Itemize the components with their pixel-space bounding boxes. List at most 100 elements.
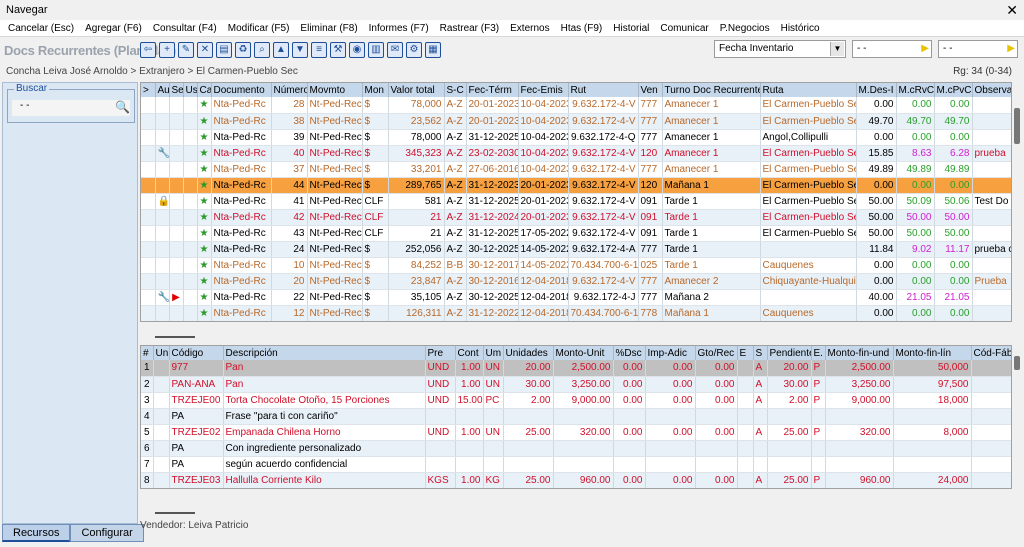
col-header[interactable]: Monto-fin-und <box>825 346 894 360</box>
table-row[interactable]: ★ Nta-Ped-Rc 39 Nt-Ped-Rec $78,000 A-Z 31-12-2… <box>141 129 1011 146</box>
table-row[interactable]: ★ Nta-Ped-Rc 24 Nt-Ped-Rec $252,056 A-Z 30-12-… <box>141 241 1011 258</box>
menu-item-5[interactable]: Informes (F7) <box>369 23 429 34</box>
close-icon[interactable]: ✕ <box>1006 2 1018 19</box>
list-item[interactable]: 1 977 Pan UND 1.00 UN 20.00 2,500.00 0.00 0.00 0.0… <box>141 360 1011 377</box>
col-header[interactable]: Valor total <box>388 83 445 97</box>
list-item[interactable]: 4 PA Frase "para ti con cariño" <box>141 408 1011 425</box>
list-icon[interactable]: ≡ <box>311 42 327 58</box>
arrow-right-icon[interactable]: ▶ <box>1007 43 1015 54</box>
col-header[interactable]: Imp-Adic <box>645 346 696 360</box>
col-header[interactable]: Descripción <box>223 346 426 360</box>
menu-item-0[interactable]: Cancelar (Esc) <box>8 23 74 34</box>
col-header[interactable]: Rut <box>568 83 639 97</box>
col-header[interactable]: Ca <box>197 83 212 97</box>
tools-icon[interactable]: ⚒ <box>330 42 346 58</box>
delete-icon[interactable]: ✕ <box>197 42 213 58</box>
inventory-date-combo[interactable]: Fecha Inventario ▼ <box>714 40 846 58</box>
col-header[interactable]: Mon <box>362 83 389 97</box>
col-header[interactable]: Monto-fin-lín <box>893 346 972 360</box>
col-header[interactable]: S-C <box>444 83 467 97</box>
splitter[interactable] <box>155 336 195 338</box>
back-icon[interactable]: ⇦ <box>140 42 156 58</box>
col-header[interactable]: %Dsc <box>613 346 646 360</box>
list-item[interactable]: 5 TRZEJE02 Empanada Chilena Horno UND 1.00 UN… <box>141 424 1011 441</box>
menu-item-6[interactable]: Rastrear (F3) <box>440 23 499 34</box>
col-header[interactable]: Fec-Emis <box>518 83 569 97</box>
settings-icon[interactable]: ⚙ <box>406 42 422 58</box>
search-icon[interactable]: 🔍 <box>115 100 130 114</box>
col-header[interactable]: S <box>753 346 768 360</box>
col-header[interactable]: Número <box>271 83 308 97</box>
menu-item-11[interactable]: P.Negocios <box>720 23 770 34</box>
menu-item-9[interactable]: Historial <box>613 23 649 34</box>
arrow-right-icon[interactable]: ▶ <box>921 43 929 54</box>
up-icon[interactable]: ▲ <box>273 42 289 58</box>
table-row[interactable]: ★ Nta-Ped-Rc 10 Nt-Ped-Rec $84,252 B-B 30-12-2… <box>141 257 1011 274</box>
col-header[interactable]: E. <box>811 346 826 360</box>
table-row[interactable]: ★ Nta-Ped-Rc 38 Nt-Ped-Rec $23,562 A-Z 20-01-2… <box>141 113 1011 130</box>
table-row[interactable]: ★ Nta-Ped-Rc 12 Nt-Ped-Rec $126,311 A-Z 31-12-… <box>141 305 1011 321</box>
filter-icon[interactable]: ▥ <box>368 42 384 58</box>
col-header[interactable]: Au <box>155 83 170 97</box>
col-header[interactable]: Ven <box>638 83 663 97</box>
top-scrollbar[interactable] <box>1014 108 1020 144</box>
col-header[interactable]: Unidades <box>503 346 554 360</box>
book-icon[interactable]: ▤ <box>216 42 232 58</box>
col-header[interactable]: Us <box>183 83 198 97</box>
menu-item-1[interactable]: Agregar (F6) <box>85 23 142 34</box>
menu-item-10[interactable]: Comunicar <box>660 23 708 34</box>
table-row[interactable]: ★ Nta-Ped-Rc 44 Nt-Ped-Rec $289,765 A-Z 31-12-… <box>141 177 1011 194</box>
trash-icon[interactable]: ♻ <box>235 42 251 58</box>
table-row[interactable]: ★ Nta-Ped-Rc 28 Nt-Ped-Rec $78,000 A-Z 20-01-2… <box>141 97 1011 114</box>
menu-item-4[interactable]: Eliminar (F8) <box>300 23 357 34</box>
table-row[interactable]: ★ Nta-Ped-Rc 37 Nt-Ped-Rec $33,201 A-Z 27-06-2… <box>141 161 1011 178</box>
tab-configurar[interactable]: Configurar <box>70 524 144 542</box>
items-grid[interactable]: # Un Código Descripción Pre Cont Um Unidades Mon… <box>140 345 1012 489</box>
table-row[interactable]: ★ Nta-Ped-Rc 20 Nt-Ped-Rec $23,847 A-Z 30-12-2… <box>141 273 1011 290</box>
table-row[interactable]: ★ Nta-Ped-Rc 42 Nt-Ped-Rec CLF 21 A-Z 31-12-202… <box>141 209 1011 226</box>
col-header[interactable]: Um <box>483 346 504 360</box>
col-header[interactable]: M.cPvC <box>934 83 973 97</box>
chevron-down-icon[interactable]: ▼ <box>830 42 844 56</box>
col-header[interactable]: M.cRvC <box>896 83 935 97</box>
comment-icon[interactable]: ✉ <box>387 42 403 58</box>
col-header[interactable]: Monto-Unit <box>553 346 614 360</box>
col-header[interactable]: Gto/Rec <box>695 346 738 360</box>
search-input[interactable]: - - <box>12 100 130 116</box>
bottom-scrollbar[interactable] <box>1014 356 1020 370</box>
table-row[interactable]: ★ Nta-Ped-Rc 43 Nt-Ped-Rec CLF 21 A-Z 31-12-202… <box>141 225 1011 242</box>
eye-icon[interactable]: ◉ <box>349 42 365 58</box>
edit-icon[interactable]: ✎ <box>178 42 194 58</box>
list-item[interactable]: 2 PAN-ANA Pan UND 1.00 UN 30.00 3,250.00 0.00 0.0… <box>141 376 1011 393</box>
clipboard-icon[interactable]: ▦ <box>425 42 441 58</box>
menu-item-2[interactable]: Consultar (F4) <box>153 23 217 34</box>
col-header[interactable]: Movmto <box>307 83 363 97</box>
down-icon[interactable]: ▼ <box>292 42 308 58</box>
col-header[interactable]: Cont <box>455 346 484 360</box>
list-item[interactable]: 7 PA según acuerdo confidencial <box>141 456 1011 473</box>
add-icon[interactable]: + <box>159 42 175 58</box>
col-header[interactable]: Fec-Térm <box>466 83 519 97</box>
table-row[interactable]: 🔧 ★ Nta-Ped-Rc 40 Nt-Ped-Rec $345,323 A-Z 23-02… <box>141 145 1011 162</box>
list-item[interactable]: 8 TRZEJE03 Hallulla Corriente Kilo KGS 1.00 K… <box>141 472 1011 488</box>
col-header[interactable]: # <box>141 346 154 360</box>
col-header[interactable]: Documento <box>211 83 272 97</box>
menu-item-3[interactable]: Modificar (F5) <box>228 23 290 34</box>
col-header[interactable]: Pre <box>425 346 456 360</box>
menu-item-8[interactable]: Htas (F9) <box>561 23 603 34</box>
tab-recursos[interactable]: Recursos <box>2 524 71 542</box>
filter-combo-2[interactable]: - - ▶ <box>852 40 932 58</box>
filter-combo-3[interactable]: - - ▶ <box>938 40 1018 58</box>
table-row[interactable]: 🔧 ▶ ★ Nta-Ped-Rc 22 Nt-Ped-Rec $35,105 A-Z 30-12… <box>141 289 1011 306</box>
menu-item-12[interactable]: Histórico <box>781 23 820 34</box>
documents-grid[interactable]: >AuSeUsCaDocumentoNúmeroMovmtoMonValor t… <box>140 82 1012 322</box>
list-item[interactable]: 3 TRZEJE00 Torta Chocolate Otoño, 15 Porci… <box>141 392 1011 409</box>
col-header[interactable]: E <box>737 346 754 360</box>
list-item[interactable]: 6 PA Con ingrediente personalizado <box>141 440 1011 457</box>
col-header[interactable]: Observa <box>972 83 1011 97</box>
col-header[interactable]: M.Des-I <box>856 83 897 97</box>
table-row[interactable]: 🔒 ★ Nta-Ped-Rc 41 Nt-Ped-Rec CLF 581 A-Z 31-12-2… <box>141 193 1011 210</box>
splitter-2[interactable] <box>155 512 195 514</box>
col-header[interactable]: > <box>141 83 156 97</box>
col-header[interactable]: Turno Doc Recurrente <box>662 83 761 97</box>
